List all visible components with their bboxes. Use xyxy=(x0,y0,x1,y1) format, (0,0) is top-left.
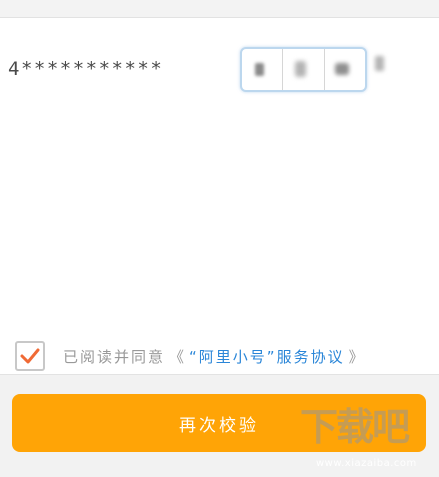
agreement-checkbox[interactable] xyxy=(15,341,45,371)
code-cell-1[interactable] xyxy=(242,49,282,90)
agreement-row: 已阅读并同意 《 “阿里小号”服务协议 》 xyxy=(15,339,365,373)
agreement-prefix: 已阅读并同意 xyxy=(63,347,166,366)
watermark-url: www.xiazaiba.com xyxy=(316,458,417,469)
blurred-digit xyxy=(295,61,307,77)
close-quote: 》 xyxy=(348,347,365,366)
masked-account-number: 4*********** xyxy=(8,58,164,80)
top-strip xyxy=(0,0,439,18)
checkmark-icon xyxy=(20,348,40,364)
code-cell-3[interactable] xyxy=(323,49,365,90)
blurred-digit xyxy=(375,56,384,71)
blurred-digit xyxy=(334,63,349,75)
verification-panel: 4*********** 已阅读并同意 《 “阿里小号”服务协议 》 xyxy=(0,18,439,375)
verification-code-input[interactable] xyxy=(240,47,367,92)
code-cell-2[interactable] xyxy=(282,49,323,90)
service-agreement-link[interactable]: “阿里小号”服务协议 xyxy=(189,346,345,367)
blurred-digit xyxy=(255,63,264,76)
open-quote: 《 xyxy=(169,347,186,366)
verify-again-button[interactable]: 再次校验 xyxy=(12,394,426,452)
